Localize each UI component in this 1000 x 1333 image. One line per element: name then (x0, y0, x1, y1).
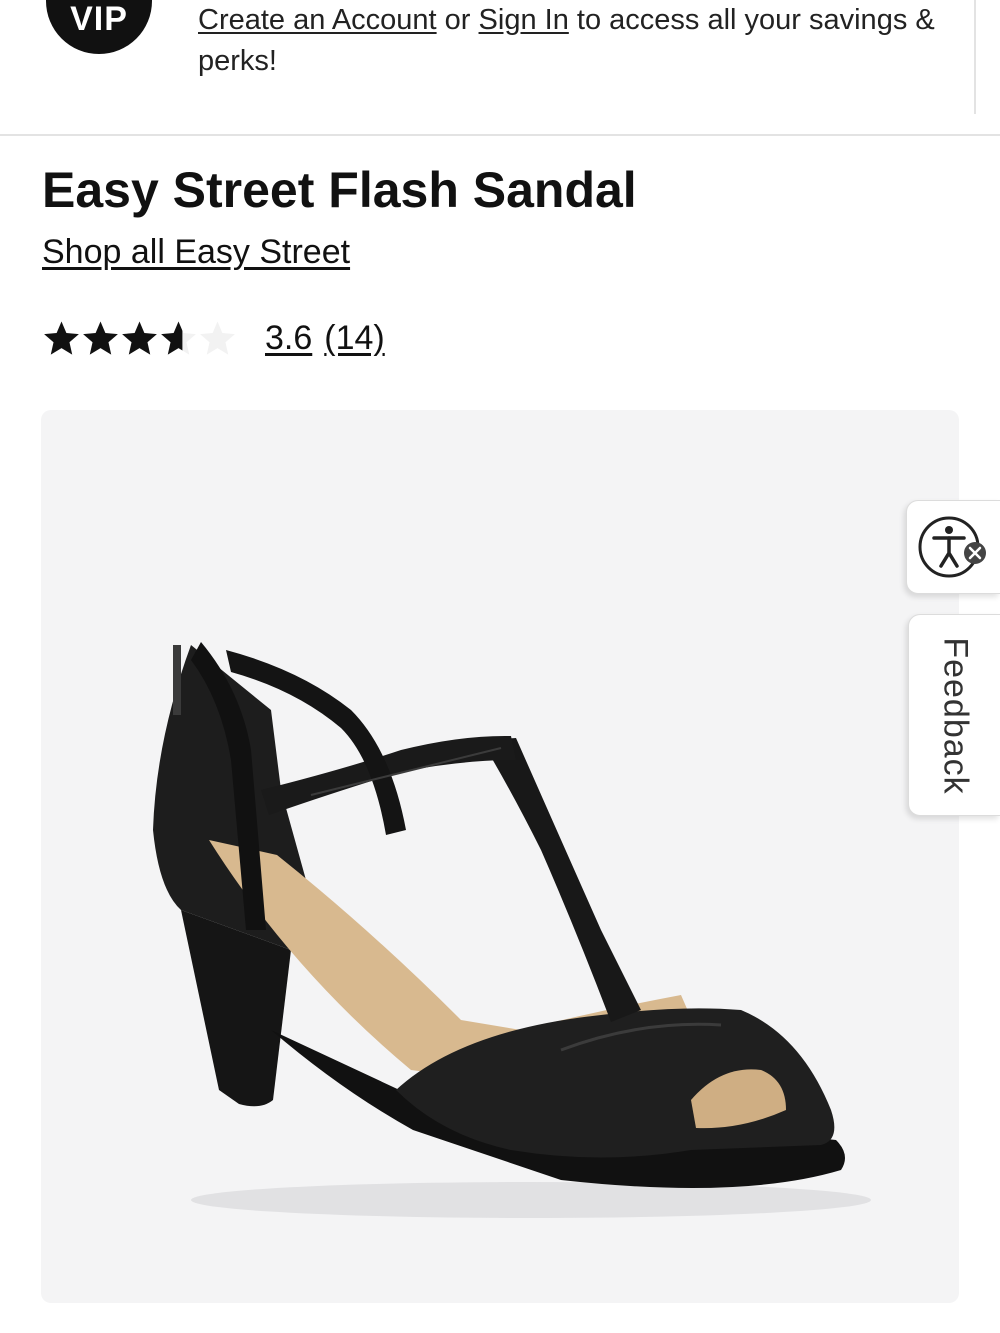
star-icon (122, 320, 157, 355)
star-icon (200, 320, 235, 355)
product-rating[interactable]: 3.6 (14) (42, 316, 385, 360)
rating-count[interactable]: (14) (324, 319, 384, 358)
accessibility-button[interactable] (906, 500, 1000, 594)
rating-value[interactable]: 3.6 (265, 319, 312, 358)
sandal-image (153, 642, 871, 1218)
rating-stars (42, 319, 237, 358)
vip-divider (974, 0, 976, 114)
shop-all-brand-link[interactable]: Shop all Easy Street (42, 230, 350, 274)
feedback-label: Feedback (936, 637, 975, 795)
product-title: Easy Street Flash Sandal (42, 162, 637, 218)
sign-in-link[interactable]: Sign In (479, 4, 569, 36)
create-account-link[interactable]: Create an Account (198, 4, 437, 36)
star-icon (44, 320, 79, 355)
vip-message: Create an Account or Sign In to access a… (198, 0, 938, 82)
star-icon (83, 320, 118, 355)
accessibility-person-icon (918, 516, 986, 578)
vip-or-text: or (444, 4, 471, 36)
feedback-button[interactable]: Feedback (908, 614, 1000, 816)
vip-banner: VIP Create an Account or Sign In to acce… (0, 0, 1000, 136)
star-icon (161, 320, 196, 355)
product-image[interactable] (41, 410, 959, 1303)
vip-badge: VIP (46, 0, 152, 54)
vip-badge-label: VIP (70, 0, 128, 38)
